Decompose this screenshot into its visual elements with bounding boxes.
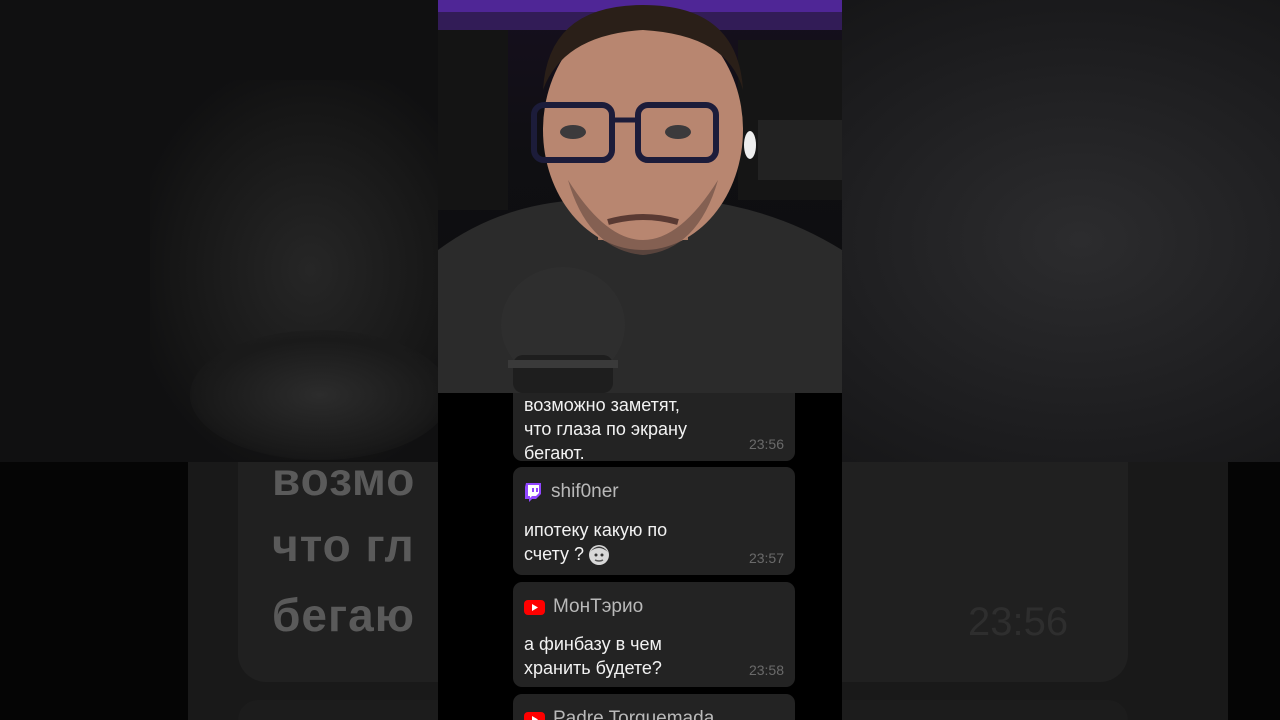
chat-message-time: 23:57 bbox=[748, 550, 784, 566]
chat-message: Padre Torquemada bbox=[513, 694, 795, 720]
chat-author-name[interactable]: МонТэрио bbox=[553, 596, 643, 618]
background-echo-text: бегаю bbox=[272, 589, 416, 641]
chat-message-text: возможно заметят, что глаза по экрану бе… bbox=[524, 393, 687, 465]
chat-author-name[interactable]: shif0ner bbox=[551, 481, 619, 503]
chat-message-line: возможно заметят, bbox=[524, 395, 680, 415]
background-echo-time: 23:56 bbox=[968, 600, 1069, 644]
youtube-icon bbox=[524, 599, 545, 615]
chat-message-text: а финбазу в чем хранить будете? bbox=[524, 632, 662, 680]
chat-author-name[interactable]: Padre Torquemada bbox=[553, 708, 714, 720]
youtube-icon bbox=[524, 711, 545, 720]
chat-message-line: счету ? bbox=[524, 542, 667, 567]
chat-message-line: что глаза по экрану bbox=[524, 419, 687, 439]
background-blur-shape bbox=[190, 330, 450, 460]
streamer-video bbox=[438, 0, 842, 393]
chat-message: МонТэрио а финбазу в чем хранить будете?… bbox=[513, 582, 795, 687]
chat-message-text: ипотеку какую по счету ? bbox=[524, 518, 667, 567]
chat-message: shif0ner ипотеку какую по счету ? 23:57 bbox=[513, 467, 795, 575]
background-echo-text: что гл bbox=[272, 519, 415, 571]
chat-message-header: МонТэрио bbox=[524, 596, 643, 618]
chat-message-header: Padre Torquemada bbox=[524, 708, 714, 720]
twitch-icon bbox=[525, 482, 541, 502]
chat-message-line: хранить будете? bbox=[524, 658, 662, 678]
face-emote bbox=[589, 545, 610, 566]
chat-message-line-text: счету ? bbox=[524, 544, 585, 564]
chat-message-header: shif0ner bbox=[524, 481, 619, 503]
chat-message-line: а финбазу в чем bbox=[524, 634, 662, 654]
chat-message-time: 23:58 bbox=[748, 662, 784, 678]
chat-message-line: бегают. bbox=[524, 443, 585, 463]
chat-message: возможно заметят, что глаза по экрану бе… bbox=[513, 393, 795, 463]
chat-message-line: ипотеку какую по bbox=[524, 520, 668, 540]
background-echo-text: возмо bbox=[272, 453, 416, 505]
chat-panel: возможно заметят, что глаза по экрану бе… bbox=[438, 393, 842, 720]
chat-message-time: 23:56 bbox=[748, 436, 784, 452]
streamer-video-illustration bbox=[438, 0, 842, 393]
